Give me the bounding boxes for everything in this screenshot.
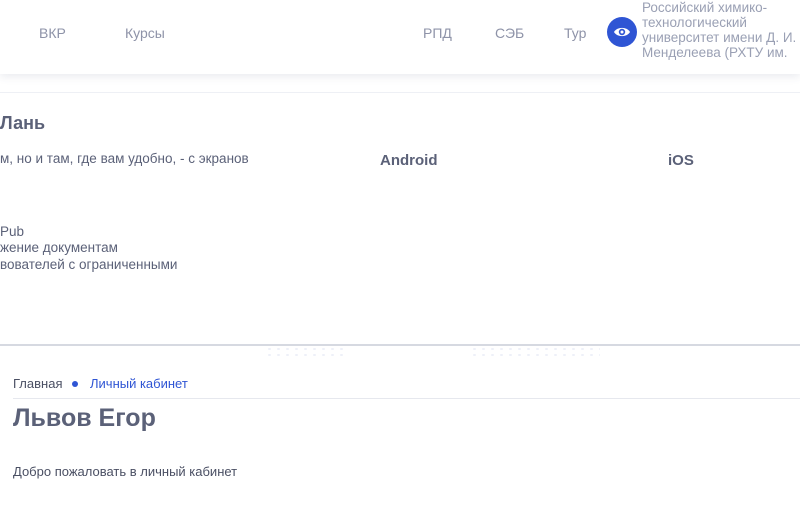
breadcrumb-home[interactable]: Главная xyxy=(13,376,62,391)
panel-divider xyxy=(0,344,800,346)
top-navigation: ВКР Курсы РПД СЭБ Тур Российский химико-… xyxy=(0,0,800,74)
library-screens-text: м, но и там, где вам удобно, - с экранов xyxy=(0,151,249,166)
welcome-text: Добро пожаловать в личный кабинет xyxy=(13,464,238,479)
library-panel xyxy=(0,92,800,344)
eye-icon xyxy=(614,27,630,37)
page-title: Львов Егор xyxy=(13,404,156,432)
nav-link-seb[interactable]: СЭБ xyxy=(495,25,524,41)
library-pub-text: Pub xyxy=(0,224,25,239)
dot-pattern xyxy=(470,346,600,356)
dot-pattern xyxy=(265,346,345,356)
android-link[interactable]: Android xyxy=(380,152,438,169)
ios-link[interactable]: iOS xyxy=(668,152,694,169)
library-users-text: вователей с ограниченными xyxy=(0,257,178,272)
breadcrumb-separator xyxy=(72,381,78,387)
nav-link-vkr[interactable]: ВКР xyxy=(39,25,66,41)
library-title: Лань xyxy=(0,113,46,133)
nav-link-courses[interactable]: Курсы xyxy=(125,25,165,41)
breadcrumb-current[interactable]: Личный кабинет xyxy=(90,376,188,391)
accessibility-button[interactable] xyxy=(607,17,637,47)
library-docs-text: жение документам xyxy=(0,240,118,255)
nav-link-tour[interactable]: Тур xyxy=(564,25,586,41)
breadcrumb-divider xyxy=(13,398,800,399)
organization-name[interactable]: Российский химико-технологический универ… xyxy=(642,0,800,62)
nav-link-rpd[interactable]: РПД xyxy=(423,25,452,41)
